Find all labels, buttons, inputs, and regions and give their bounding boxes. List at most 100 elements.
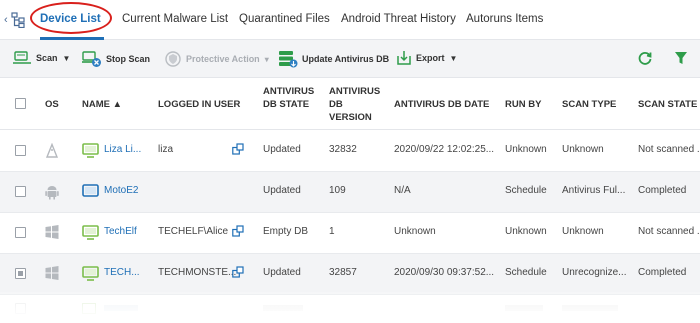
table-row[interactable]: MotoE2 Updated 109 N/A Schedule Antivirus Ful… <box>0 172 700 213</box>
row-checkbox[interactable] <box>15 227 26 238</box>
protective-action-button[interactable]: Protective Action ▾ <box>164 50 269 68</box>
select-all-checkbox[interactable] <box>15 98 26 109</box>
chevron-left-icon: ‹ <box>4 14 8 26</box>
column-header-db-date[interactable]: ANTIVIRUS DB DATE <box>394 98 489 111</box>
scan-state: Completed <box>638 185 687 196</box>
db-state: Updated <box>263 185 301 196</box>
column-header-scan-state[interactable]: SCAN STATE <box>638 98 697 111</box>
device-name-link[interactable]: MotoE2 <box>104 185 138 196</box>
cell-placeholder <box>505 305 543 311</box>
user-details-icon[interactable] <box>232 225 244 240</box>
db-date: 2020/09/22 12:02:25... <box>394 144 495 155</box>
shield-icon <box>165 51 181 67</box>
workstation-icon <box>82 225 99 243</box>
db-date: N/A <box>394 185 411 196</box>
cell-placeholder <box>263 305 303 311</box>
filter-icon <box>675 52 687 64</box>
row-checkbox[interactable] <box>15 186 26 197</box>
chevron-down-icon: ▾ <box>264 54 269 64</box>
device-name-link[interactable]: TechElf <box>104 226 137 237</box>
column-header-run-by[interactable]: RUN BY <box>505 98 541 111</box>
logged-in-user: liza <box>158 144 174 155</box>
table-row[interactable]: Liza Li... liza Updated 32832 2020/09/22 12:… <box>0 131 700 172</box>
db-state: Updated <box>263 267 301 278</box>
update-antivirus-db-button[interactable]: Update Antivirus DB <box>278 50 389 68</box>
run-by: Schedule <box>505 185 547 196</box>
workstation-icon <box>82 143 99 161</box>
chevron-down-icon: ▼ <box>449 53 458 63</box>
column-header-db-version[interactable]: ANTIVIRUS DB VERSION <box>329 85 380 124</box>
scan-type: Unknown <box>562 144 604 155</box>
column-header-logged-in-user[interactable]: LOGGED IN USER <box>158 98 240 111</box>
stop-scan-label: Stop Scan <box>106 54 151 64</box>
protective-action-label: Protective Action <box>186 54 260 64</box>
tab-android-threat-history[interactable]: Android Threat History <box>341 13 456 25</box>
db-date: 2020/09/30 09:37:52... <box>394 267 495 278</box>
linux-icon <box>45 142 59 162</box>
refresh-icon <box>638 52 652 65</box>
android-icon <box>45 184 59 203</box>
column-header-name[interactable]: NAME ▲ <box>82 98 122 111</box>
run-by: Unknown <box>505 226 547 237</box>
tree-icon <box>11 12 25 28</box>
row-checkbox[interactable] <box>15 145 26 156</box>
toolbar: Scan ▼ Stop Scan Protective Action ▾ Upd… <box>0 40 700 78</box>
stop-scan-icon <box>82 51 101 67</box>
scan-type: Antivirus Ful... <box>562 185 626 196</box>
table-row[interactable]: TechElf TECHELF\Alice Empty DB 1 Unknown Unkn… <box>0 213 700 254</box>
scan-type: Unknown <box>562 226 604 237</box>
db-version: 32857 <box>329 267 357 278</box>
device-name-link[interactable]: Liza Li... <box>104 144 141 155</box>
device-name-link[interactable]: TECH... <box>104 267 140 278</box>
tab-quarantined-files[interactable]: Quarantined Files <box>239 13 330 25</box>
column-header-os[interactable]: OS <box>45 98 59 111</box>
row-checkbox[interactable] <box>15 268 26 279</box>
export-icon <box>397 51 411 65</box>
tab-current-malware-list[interactable]: Current Malware List <box>122 13 228 25</box>
db-version: 32832 <box>329 144 357 155</box>
tab-device-list[interactable]: Device List <box>40 13 101 25</box>
db-version: 1 <box>329 226 335 237</box>
run-by: Unknown <box>505 144 547 155</box>
tablet-icon <box>82 184 99 202</box>
workstation-icon <box>82 266 99 284</box>
chevron-down-icon: ▼ <box>62 53 71 63</box>
scan-icon <box>13 51 31 64</box>
filter-button[interactable] <box>674 50 688 69</box>
tab-bar: ‹ Device List Current Malware List Quara… <box>0 0 700 40</box>
scan-button[interactable]: Scan ▼ <box>12 50 70 66</box>
logged-in-user: TECHMONSTE... <box>158 267 237 278</box>
db-version: 109 <box>329 185 346 196</box>
device-name-placeholder <box>104 305 138 311</box>
database-update-icon <box>279 51 298 68</box>
user-details-icon[interactable] <box>232 143 244 158</box>
logged-in-user: TECHELF\Alice <box>158 226 229 237</box>
scan-state: Completed <box>638 267 687 278</box>
db-state: Updated <box>263 144 301 155</box>
stop-scan-button[interactable]: Stop Scan <box>82 50 150 68</box>
tab-autoruns-items[interactable]: Autoruns Items <box>466 13 543 25</box>
row-checkbox[interactable] <box>15 303 26 314</box>
user-details-icon[interactable] <box>232 266 244 281</box>
db-date: Unknown <box>394 226 436 237</box>
export-button[interactable]: Export ▼ <box>396 50 457 66</box>
workstation-icon <box>82 303 96 314</box>
db-state: Empty DB <box>263 226 309 237</box>
refresh-button[interactable] <box>637 50 653 69</box>
windows-icon <box>45 225 59 242</box>
scan-type: Unrecognize... <box>562 267 627 278</box>
update-antivirus-db-label: Update Antivirus DB <box>302 54 390 64</box>
column-header-db-state[interactable]: ANTIVIRUS DB STATE <box>263 85 314 111</box>
scan-label: Scan <box>36 53 58 63</box>
scan-state: Not scanned ... <box>638 144 700 155</box>
column-header-scan-type[interactable]: SCAN TYPE <box>562 98 616 111</box>
scan-state: Not scanned ... <box>638 226 700 237</box>
export-label: Export <box>416 53 445 63</box>
windows-icon <box>45 266 59 283</box>
run-by: Schedule <box>505 267 547 278</box>
table-row-partial <box>0 295 700 323</box>
table-row[interactable]: TECH... TECHMONSTE... Updated 32857 2020/09/… <box>0 254 700 295</box>
table-header: OS NAME ▲ LOGGED IN USER ANTIVIRUS DB ST… <box>0 78 700 130</box>
device-tree-toggle[interactable]: ‹ <box>4 10 28 30</box>
cell-placeholder <box>562 305 618 311</box>
